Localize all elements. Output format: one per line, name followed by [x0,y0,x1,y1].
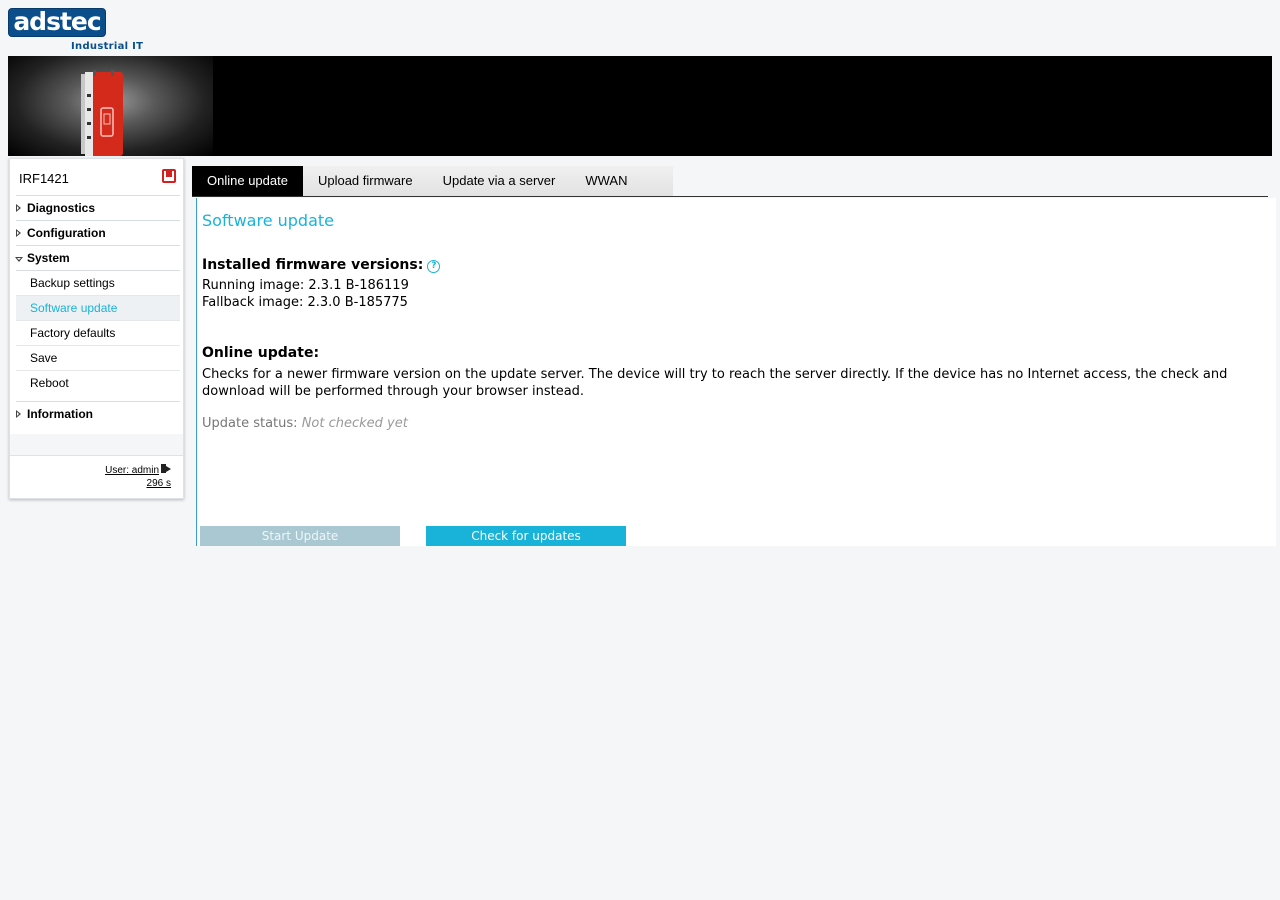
sidebar: IRF1421 Diagnostics Configuration System… [9,158,184,499]
sidebar-item-diagnostics[interactable]: Diagnostics [16,196,180,221]
sidebar-item-configuration[interactable]: Configuration [16,221,180,246]
start-update-button[interactable]: Start Update [200,526,400,546]
sidebar-item-reboot[interactable]: Reboot [16,371,180,396]
sidebar-menu: Diagnostics Configuration System Backup … [15,195,180,427]
online-update-description: Checks for a newer firmware version on t… [202,367,1228,399]
page-title: Software update [202,211,334,230]
fallback-image-version: Fallback image: 2.3.0 B-185775 [202,295,408,310]
sidebar-item-system[interactable]: System [15,246,180,271]
header-banner [8,56,1272,156]
update-status-label: Update status: [202,416,298,431]
tab-upload-firmware[interactable]: Upload firmware [303,166,428,196]
expand-icon [16,410,21,418]
logo-subtitle: Industrial IT [71,41,144,52]
sidebar-item-label: Diagnostics [27,201,96,215]
update-status-value: Not checked yet [301,416,408,431]
router-device-image [81,70,123,156]
session-timer[interactable]: 296 s [147,478,171,489]
save-icon[interactable] [162,169,176,183]
sidebar-item-backup-settings[interactable]: Backup settings [16,271,180,296]
help-icon[interactable]: ? [427,260,441,273]
logo-text: adstec [13,7,101,36]
system-submenu: Backup settings Software update Factory … [16,271,180,402]
user-label: User: admin [105,465,159,476]
sidebar-item-information[interactable]: Information [16,402,180,427]
update-status: Update status: Not checked yet [202,416,408,431]
tab-online-update[interactable]: Online update [192,166,303,196]
adstec-logo: adstec Industrial IT [8,8,148,54]
tab-wwan[interactable]: WWAN [570,166,642,196]
running-image-version: Running image: 2.3.1 B-186119 [202,278,409,293]
sidebar-item-software-update[interactable]: Software update [16,296,180,321]
installed-versions-label: Installed firmware versions: [202,257,424,273]
sidebar-item-label: Information [27,407,93,421]
device-name: IRF1421 [19,171,69,186]
sidebar-item-save[interactable]: Save [16,346,180,371]
tab-update-via-server[interactable]: Update via a server [428,166,571,196]
main-content: Software update Installed firmware versi… [196,198,1276,546]
collapse-icon [15,257,23,262]
tab-divider [192,196,1268,197]
logout-icon[interactable] [161,464,171,474]
online-update-heading: Online update: [202,345,320,361]
sidebar-item-label: Configuration [27,226,106,240]
sidebar-item-label: System [27,251,70,265]
user-logout-link[interactable]: User: admin [105,464,171,476]
expand-icon [16,204,21,212]
sidebar-spacer [10,434,183,456]
expand-icon [16,229,21,237]
tab-bar: Online update Upload firmware Update via… [192,166,673,196]
sidebar-item-factory-defaults[interactable]: Factory defaults [16,321,180,346]
check-for-updates-button[interactable]: Check for updates [426,526,626,546]
installed-versions-heading: Installed firmware versions:? [202,257,441,273]
